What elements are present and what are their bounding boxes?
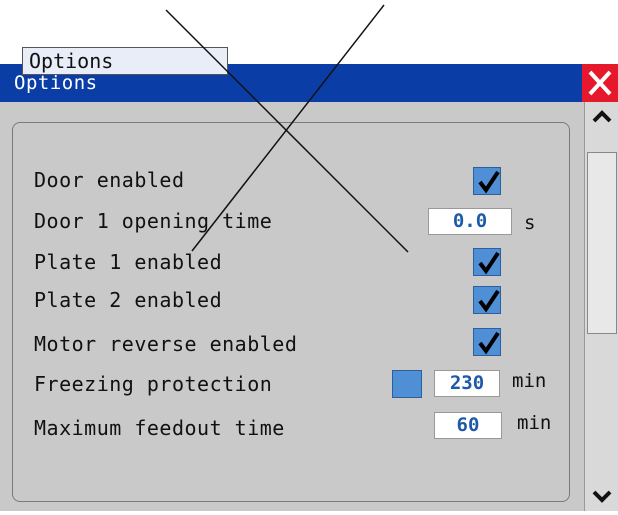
close-button[interactable]: [582, 64, 618, 102]
checkmark-icon: [478, 331, 500, 355]
scroll-up-button[interactable]: [585, 102, 618, 132]
checkmark-icon: [478, 251, 500, 275]
row-label-plate-2-enabled: Plate 2 enabled: [34, 288, 223, 312]
checkmark-icon: [478, 170, 500, 194]
row-label-door-1-opening-time: Door 1 opening time: [34, 209, 273, 233]
row-label-motor-reverse-enabled: Motor reverse enabled: [34, 332, 298, 356]
scroll-down-button[interactable]: [585, 481, 618, 511]
freezing-protection-unit: min: [512, 370, 547, 392]
checkmark-icon: [478, 289, 500, 313]
freezing-protection-checkbox[interactable]: [392, 370, 422, 398]
scroll-thumb[interactable]: [587, 152, 617, 334]
plate-2-enabled-checkbox[interactable]: [473, 286, 501, 314]
chevron-up-icon: [592, 110, 612, 123]
door-1-opening-time-field[interactable]: 0.0: [428, 208, 512, 235]
maximum-feedout-time-field[interactable]: 60: [434, 412, 502, 439]
chevron-down-icon: [592, 490, 612, 503]
plate-1-enabled-checkbox[interactable]: [473, 248, 501, 276]
window-title: Options: [14, 72, 98, 94]
row-label-maximum-feedout-time: Maximum feedout time: [34, 416, 285, 440]
maximum-feedout-time-unit: min: [517, 412, 552, 434]
row-label-freezing-protection: Freezing protection: [34, 372, 273, 396]
close-icon: [588, 70, 612, 96]
door-enabled-checkbox[interactable]: [473, 167, 501, 195]
motor-reverse-enabled-checkbox[interactable]: [473, 328, 501, 356]
options-group-tab: Options: [22, 47, 228, 75]
door-1-opening-time-unit: s: [524, 212, 536, 234]
row-label-door-enabled: Door enabled: [34, 168, 185, 192]
vertical-scrollbar[interactable]: [584, 102, 618, 511]
freezing-protection-field[interactable]: 230: [434, 370, 500, 397]
row-label-plate-1-enabled: Plate 1 enabled: [34, 250, 223, 274]
